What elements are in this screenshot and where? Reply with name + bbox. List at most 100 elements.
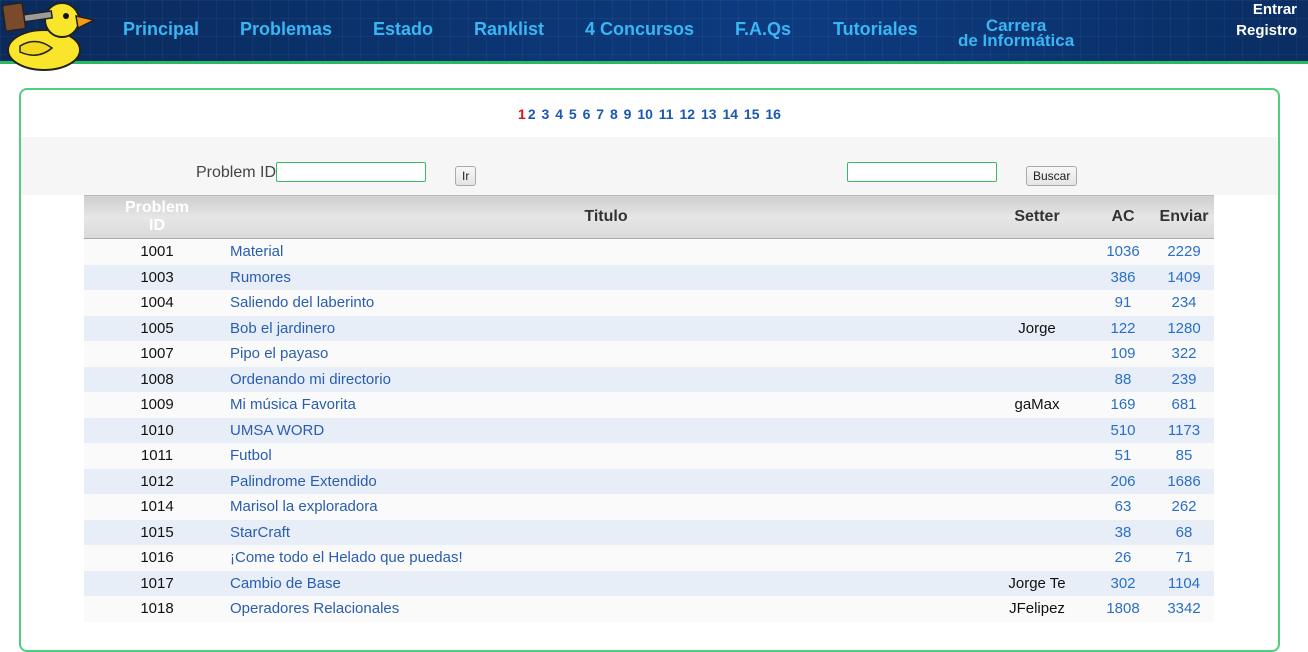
submit-count-link[interactable]: 681: [1171, 396, 1196, 413]
submit-count-link[interactable]: 1409: [1167, 269, 1200, 286]
submit-count-link[interactable]: 71: [1176, 549, 1193, 566]
search-button[interactable]: Buscar: [1026, 166, 1078, 186]
ac-count-link[interactable]: 26: [1115, 549, 1132, 566]
submit-count-link[interactable]: 239: [1171, 371, 1196, 388]
problem-title-link[interactable]: Saliendo del laberinto: [230, 294, 374, 311]
page-link-current[interactable]: 1: [518, 106, 526, 122]
problem-title-link[interactable]: Rumores: [230, 269, 291, 286]
submit-count-link[interactable]: 3342: [1167, 600, 1200, 617]
problem-id: 1005: [84, 315, 230, 341]
page-link[interactable]: 2: [528, 106, 536, 122]
page-link[interactable]: 16: [765, 106, 781, 122]
page-link[interactable]: 10: [637, 106, 653, 122]
submit-count-link[interactable]: 85: [1176, 447, 1193, 464]
ac-count-link[interactable]: 38: [1115, 524, 1132, 541]
ac-count-link[interactable]: 91: [1115, 294, 1132, 311]
problem-setter: JFelipez: [982, 596, 1092, 622]
page-link[interactable]: 11: [659, 106, 674, 122]
register-link[interactable]: Registro: [1236, 22, 1297, 39]
page-link[interactable]: 7: [596, 106, 604, 122]
submit-count-link[interactable]: 234: [1171, 294, 1196, 311]
nav-estado[interactable]: Estado: [373, 19, 433, 40]
page-link[interactable]: 4: [555, 106, 563, 122]
page-link[interactable]: 5: [569, 106, 577, 122]
submit-count-link[interactable]: 1104: [1168, 575, 1200, 592]
problem-title-link[interactable]: Pipo el payaso: [230, 345, 328, 362]
nav-carrera-informatica[interactable]: Carrera de Informática: [958, 17, 1074, 49]
ac-count-link[interactable]: 1808: [1106, 600, 1139, 617]
ac-count-link[interactable]: 302: [1110, 575, 1135, 592]
submit-count-link[interactable]: 1686: [1167, 473, 1200, 490]
search-input[interactable]: [847, 162, 997, 182]
table-row: 1017 Cambio de Base Jorge Te 302 1104: [84, 570, 1214, 596]
ac-count-link[interactable]: 109: [1110, 345, 1135, 362]
problem-title-link[interactable]: ¡Come todo el Helado que puedas!: [230, 549, 463, 566]
problem-title-link[interactable]: StarCraft: [230, 524, 290, 541]
ac-count-link[interactable]: 169: [1110, 396, 1135, 413]
problem-title-link[interactable]: Mi música Favorita: [230, 396, 356, 413]
go-button[interactable]: Ir: [455, 166, 477, 186]
col-header-ac[interactable]: AC: [1092, 195, 1154, 239]
ac-count-cell: 1808: [1092, 596, 1154, 622]
page-link[interactable]: 8: [610, 106, 618, 122]
submit-count-cell: 2229: [1154, 238, 1214, 265]
nav-faqs[interactable]: F.A.Qs: [735, 19, 791, 40]
problem-id-label: Problem ID: [196, 164, 277, 181]
problem-id-input[interactable]: [276, 162, 426, 182]
submit-count-link[interactable]: 1173: [1168, 422, 1200, 439]
page-link[interactable]: 14: [722, 106, 738, 122]
ac-count-link[interactable]: 206: [1110, 473, 1135, 490]
ac-count-link[interactable]: 63: [1115, 498, 1132, 515]
problem-title-cell: Futbol: [230, 443, 982, 469]
ac-count-link[interactable]: 122: [1110, 320, 1135, 337]
table-row: 1003 Rumores 386 1409: [84, 264, 1214, 290]
ac-count-link[interactable]: 510: [1110, 422, 1135, 439]
submit-count-link[interactable]: 322: [1171, 345, 1196, 362]
nav-principal[interactable]: Principal: [123, 19, 199, 40]
ac-count-cell: 51: [1092, 443, 1154, 469]
ac-count-link[interactable]: 51: [1115, 447, 1132, 464]
problem-title-link[interactable]: Bob el jardinero: [230, 320, 335, 337]
ac-count-link[interactable]: 1036: [1106, 243, 1139, 260]
problem-title-link[interactable]: Marisol la exploradora: [230, 498, 378, 515]
ac-count-cell: 386: [1092, 264, 1154, 290]
submit-count-link[interactable]: 1280: [1167, 320, 1200, 337]
col-header-submit[interactable]: Enviar: [1154, 195, 1214, 239]
problem-title-link[interactable]: Futbol: [230, 447, 272, 464]
page-link[interactable]: 12: [680, 106, 696, 122]
problem-title-link[interactable]: Operadores Relacionales: [230, 600, 399, 617]
table-row: 1008 Ordenando mi directorio 88 239: [84, 366, 1214, 392]
search-bar: Problem ID Ir Buscar: [21, 137, 1278, 195]
nav-tutoriales[interactable]: Tutoriales: [833, 19, 918, 40]
nav-problemas[interactable]: Problemas: [240, 19, 332, 40]
table-row: 1009 Mi música Favorita gaMax 169 681: [84, 392, 1214, 418]
duck-logo-icon[interactable]: [0, 0, 100, 72]
page-link[interactable]: 13: [701, 106, 717, 122]
login-link[interactable]: Entrar: [1253, 1, 1297, 18]
table-row: 1004 Saliendo del laberinto 91 234: [84, 290, 1214, 316]
nav-ranklist[interactable]: Ranklist: [474, 19, 544, 40]
page-link[interactable]: 15: [744, 106, 760, 122]
ac-count-link[interactable]: 88: [1115, 371, 1132, 388]
problem-title-link[interactable]: Material: [230, 243, 283, 260]
problem-title-link[interactable]: UMSA WORD: [230, 422, 324, 439]
nav-concursos[interactable]: 4 Concursos: [585, 19, 694, 40]
page-link[interactable]: 6: [583, 106, 591, 122]
ac-count-cell: 26: [1092, 545, 1154, 571]
problem-title-cell: Ordenando mi directorio: [230, 366, 982, 392]
col-header-title[interactable]: Titulo: [230, 195, 982, 239]
problem-title-cell: Palindrome Extendido: [230, 468, 982, 494]
col-header-setter[interactable]: Setter: [982, 195, 1092, 239]
page-link[interactable]: 9: [624, 106, 632, 122]
ac-count-link[interactable]: 386: [1110, 269, 1135, 286]
problem-title-link[interactable]: Ordenando mi directorio: [230, 371, 391, 388]
submit-count-link[interactable]: 2229: [1167, 243, 1200, 260]
submit-count-link[interactable]: 68: [1176, 524, 1193, 541]
problem-title-link[interactable]: Cambio de Base: [230, 575, 341, 592]
page-link[interactable]: 3: [542, 106, 550, 122]
problem-setter: [982, 545, 1092, 571]
problem-title-link[interactable]: Palindrome Extendido: [230, 473, 377, 490]
submit-count-cell: 1173: [1154, 417, 1214, 443]
col-header-problem-id[interactable]: Problem ID: [84, 195, 230, 239]
submit-count-link[interactable]: 262: [1171, 498, 1196, 515]
